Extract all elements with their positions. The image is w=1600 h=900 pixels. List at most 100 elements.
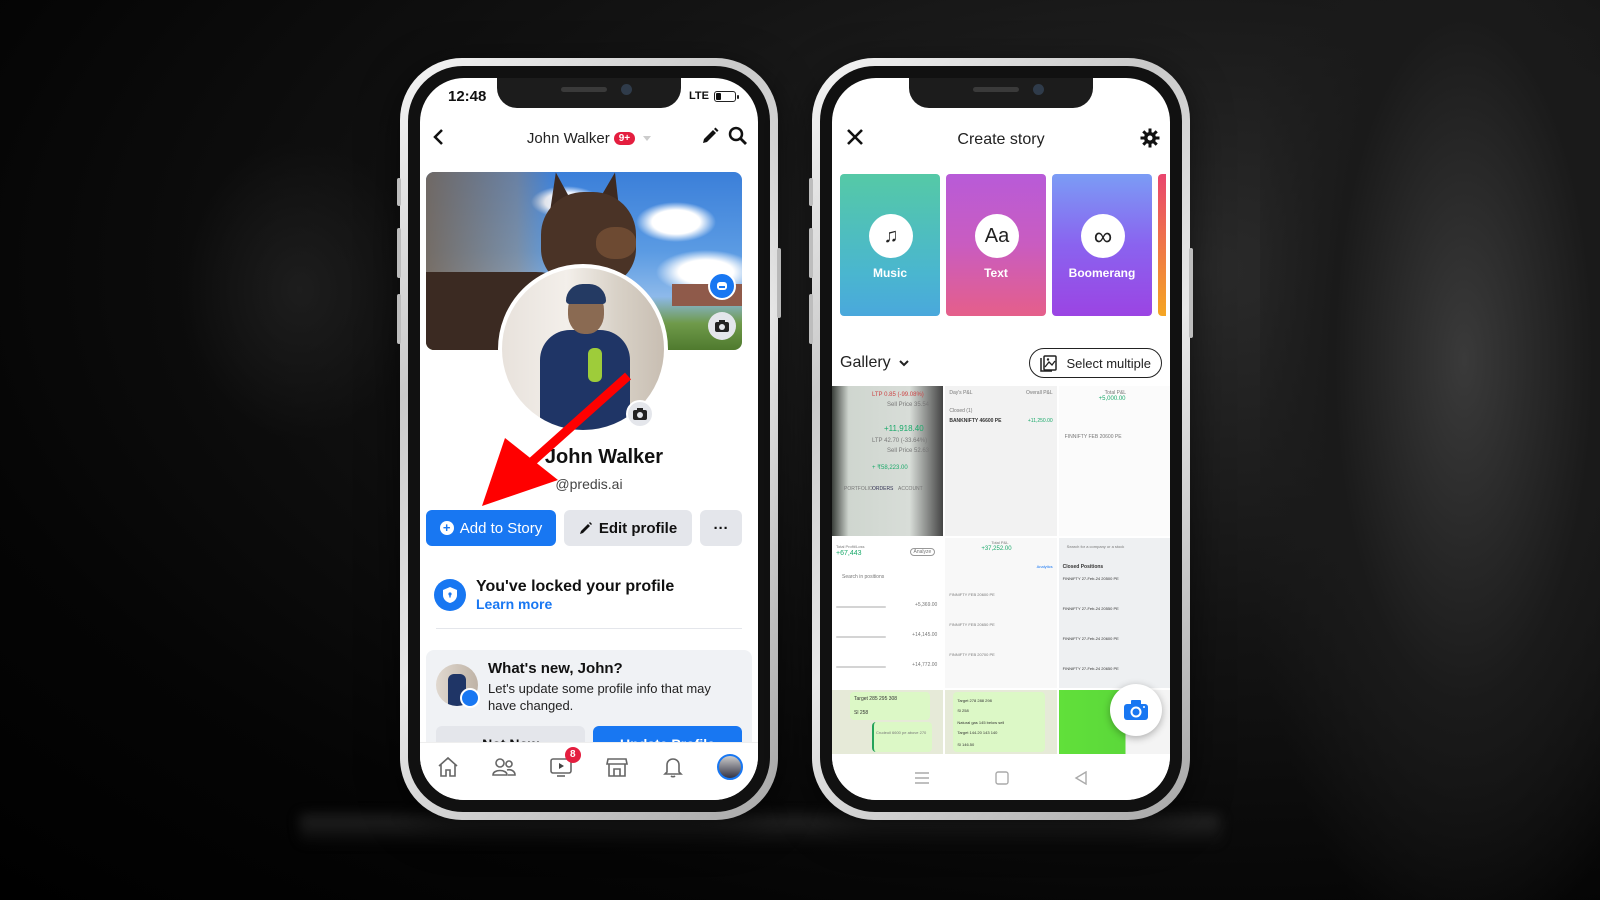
thumb-text: Target 285 295 308	[854, 696, 898, 702]
background-shape	[1260, 0, 1600, 900]
volume-button	[809, 228, 813, 278]
tab-friends[interactable]	[488, 753, 520, 781]
menu-icon[interactable]	[914, 772, 930, 784]
thumb-text: Overall P&L	[1025, 390, 1053, 396]
camera-icon	[1124, 700, 1148, 720]
tab-home[interactable]	[432, 753, 464, 781]
chevron-down-icon	[898, 359, 909, 366]
thumb-text: Target 278 288 298	[957, 698, 992, 703]
gallery-thumbnail[interactable]: Day's P&L Overall P&L Closed (1) BANKNIF…	[945, 386, 1057, 536]
thumb-text: Search for a company or a stock	[1066, 544, 1125, 549]
music-note-icon: ♫	[869, 214, 913, 258]
status-time: 12:48	[448, 88, 487, 105]
thumb-text: FINNIFTY 27-Feb-24 20550 PE	[1062, 606, 1119, 611]
thumb-text: +5,000.00	[1098, 396, 1126, 402]
watch-badge: 8	[564, 747, 581, 763]
thumb-text: +14,145.00	[912, 632, 938, 638]
whats-new-title: What's new, John?	[488, 660, 623, 677]
story-type-cards: ♫ Music Aa Text ∞ Boomerang	[840, 174, 1166, 316]
gallery-thumbnail[interactable]: Target 278 288 298 Sl 258 Natural gas 14…	[945, 690, 1057, 754]
thumb-text: Crudeoil 6600 pe above 270	[876, 730, 927, 735]
thumb-text: ORDERS	[872, 486, 894, 492]
pencil-icon	[579, 522, 592, 534]
tab-notifications[interactable]	[657, 753, 689, 781]
next-card-partial[interactable]	[1158, 174, 1166, 316]
create-story-screen: Create story ♫ Music Aa Text ∞ Boomerang	[832, 78, 1170, 800]
back-triangle-icon[interactable]	[1074, 771, 1088, 785]
notification-badge: 9+	[613, 131, 636, 145]
gallery-thumbnail[interactable]: Target 285 295 308 Sl 258 Crudeoil 6600 …	[832, 690, 944, 754]
camera-button[interactable]	[1110, 684, 1162, 736]
thumb-text: BANKNIFTY 46600 PE	[949, 418, 1002, 424]
gear-icon[interactable]	[1140, 128, 1160, 153]
avatar-edit-button[interactable]	[708, 272, 736, 300]
gallery-thumbnail[interactable]: LTP 0.85 (-99.08%) Sell Price 35.54 +11,…	[832, 386, 944, 536]
thumb-text: +11,250.00	[1027, 418, 1053, 424]
infinity-icon: ∞	[1081, 214, 1125, 258]
phone-profile: 12:48 LTE John Walker 9+ John Walker @pr…	[397, 58, 781, 820]
android-nav-bar	[832, 756, 1170, 800]
learn-more-link[interactable]: Learn more	[476, 596, 674, 612]
more-options-button[interactable]: ···	[700, 510, 742, 546]
pencil-icon[interactable]	[700, 126, 720, 151]
bell-icon	[663, 758, 684, 778]
profile-screen: 12:48 LTE John Walker 9+ John Walker @pr…	[420, 78, 758, 800]
thumb-text: LTP 42.70 (-33.64%)	[872, 438, 928, 444]
thumb-text: Closed Positions	[1062, 564, 1104, 570]
text-label: Text	[984, 266, 1008, 280]
thumb-text: +37,252.00	[981, 546, 1012, 552]
thumb-text: FINNIFTY FEB 20700 PE	[949, 652, 995, 657]
thumb-text: Analyze	[909, 548, 936, 556]
back-icon[interactable]	[432, 126, 444, 152]
header-title: John Walker	[526, 129, 610, 147]
music-label: Music	[872, 266, 907, 280]
thumb-text: Natural gas 145 below sell	[957, 720, 1005, 725]
tab-watch[interactable]: 8	[545, 747, 581, 781]
search-icon[interactable]	[728, 126, 748, 151]
tab-profile[interactable]	[714, 753, 746, 781]
music-card[interactable]: ♫ Music	[840, 174, 940, 316]
thumb-text: + ₹58,223.00	[872, 465, 908, 471]
thumb-text: +14,772.00	[912, 662, 938, 668]
gallery-thumbnail[interactable]: Total P&L +37,252.00 Analytics FINNIFTY …	[945, 538, 1057, 688]
gallery-thumbnail[interactable]: Search for a company or a stock Closed P…	[1058, 538, 1170, 688]
volume-button	[397, 228, 401, 278]
phone-create-story: Create story ♫ Music Aa Text ∞ Boomerang	[809, 58, 1193, 820]
divider	[436, 628, 742, 629]
notch	[909, 78, 1093, 108]
thumb-text: PORTFOLIO	[844, 486, 873, 492]
boomerang-card[interactable]: ∞ Boomerang	[1052, 174, 1152, 316]
thumb-text: FINNIFTY 27-Feb-24 20500 PE	[1062, 576, 1119, 581]
home-square-icon[interactable]	[995, 771, 1009, 785]
tab-marketplace[interactable]	[601, 753, 633, 781]
home-icon	[438, 756, 458, 777]
gallery-thumbnail[interactable]: Total Profit/Loss +67,443 Analyze Search…	[832, 538, 944, 688]
shield-icon	[434, 579, 466, 611]
background-shadow-left	[180, 140, 420, 440]
thumb-text: FINNIFTY FEB 20600 PE	[1064, 434, 1122, 440]
friends-icon	[492, 758, 517, 776]
thumb-text: Sl 146.50	[957, 742, 975, 747]
create-story-title: Create story	[957, 131, 1045, 148]
thumb-text: Total Profit/Loss	[836, 544, 865, 549]
thumb-text: Closed (1)	[949, 408, 973, 414]
gallery-dropdown[interactable]: Gallery	[840, 354, 909, 372]
edit-profile-label: Edit profile	[598, 519, 678, 537]
select-multiple-button[interactable]: Select multiple	[1029, 348, 1162, 378]
thumb-text: Analytics	[1036, 564, 1053, 569]
thumb-text: FINNIFTY FEB 20600 PE	[949, 592, 995, 597]
text-aa-icon: Aa	[975, 214, 1019, 258]
thumb-text: Sell Price 35.54	[887, 402, 930, 408]
whats-new-text: Let's update some profile info that may …	[488, 681, 711, 713]
marketplace-icon	[606, 758, 629, 777]
thumb-text: ACCOUNT	[898, 486, 923, 492]
profile-switcher[interactable]: John Walker 9+	[526, 129, 652, 147]
thumb-text: Target 144.20 143 140	[957, 730, 998, 735]
red-arrow-annotation	[482, 372, 631, 506]
gallery-thumbnail[interactable]: Total P&L +5,000.00 FINNIFTY FEB 20600 P…	[1058, 386, 1170, 536]
thumb-text: +67,443	[836, 550, 862, 557]
thumb-text: Total P&L	[991, 540, 1009, 545]
cover-camera-button[interactable]	[708, 312, 736, 340]
chevron-down-icon	[643, 135, 652, 141]
text-card[interactable]: Aa Text	[946, 174, 1046, 316]
